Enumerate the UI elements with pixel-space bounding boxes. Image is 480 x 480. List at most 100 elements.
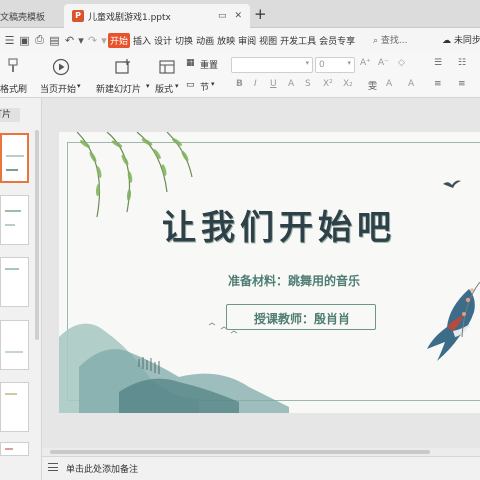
file-menu-icon[interactable]: ☰ xyxy=(2,33,17,48)
format-painter-button[interactable]: 格式刷 xyxy=(0,56,27,95)
brush-icon xyxy=(8,58,18,72)
thumbnail-graphic xyxy=(5,448,13,450)
slide-title[interactable]: 让我们开始吧 xyxy=(162,200,462,249)
numbering-icon[interactable]: ☷ xyxy=(458,58,466,68)
close-icon[interactable]: ✕ xyxy=(234,11,242,21)
redo-icon[interactable]: ↷ xyxy=(85,33,100,48)
menu-slideshow[interactable]: 放映 xyxy=(217,34,235,47)
branch-illustration xyxy=(461,282,480,338)
font-color-icon[interactable]: A xyxy=(408,79,414,89)
section-icon: ▭ xyxy=(186,80,195,90)
start-from-current-label: 当页开始 xyxy=(40,85,77,95)
chevron-down-icon: ▾ xyxy=(175,82,179,90)
menu-home[interactable]: 开始 xyxy=(108,32,131,48)
monitor-icon[interactable]: ▭ xyxy=(218,11,227,21)
new-slide-label: 新建幻灯片 xyxy=(96,85,142,95)
reset-label: 重置 xyxy=(200,61,219,71)
search-input[interactable]: 查找... xyxy=(381,36,408,46)
chevron-down-icon: ▾ xyxy=(146,82,150,90)
menu-member[interactable]: 会员专享 xyxy=(319,34,355,47)
strikethrough-icon[interactable]: A xyxy=(288,79,294,89)
superscript-icon[interactable]: X² xyxy=(323,79,333,89)
menu-animation[interactable]: 动画 xyxy=(196,34,214,47)
sync-label: 未同步 xyxy=(453,36,480,46)
notes-icon xyxy=(48,463,58,471)
thumbnail-graphic xyxy=(5,351,23,353)
tab-bar: 文稿壳模板 P 儿童戏剧游戏1.pptx ▭ ✕ + xyxy=(0,0,480,28)
start-from-current-button[interactable]: 当页开始 ▾ xyxy=(40,56,84,95)
layout-button[interactable]: 版式 ▾ xyxy=(155,56,183,95)
search-icon: ⌕ xyxy=(373,36,379,46)
new-slide-icon xyxy=(115,59,130,74)
new-slide-button[interactable]: 新建幻灯片 ▾ xyxy=(96,56,152,95)
shadow-icon[interactable]: S xyxy=(305,79,311,89)
mountain-illustration xyxy=(59,322,289,413)
redo-dropdown-icon[interactable]: ▾ xyxy=(100,33,108,48)
menu-design[interactable]: 设计 xyxy=(154,34,172,47)
subscript-icon[interactable]: X₂ xyxy=(343,79,353,89)
thumbnail-graphic xyxy=(5,268,19,270)
section-button[interactable]: ▭ 节 ▾ xyxy=(186,80,226,94)
slide-thumbnail-3[interactable] xyxy=(0,257,29,307)
menu-insert[interactable]: 插入 xyxy=(133,34,151,47)
undo-icon[interactable]: ↶ xyxy=(62,33,77,48)
tab-document[interactable]: P 儿童戏剧游戏1.pptx ▭ ✕ xyxy=(64,4,250,28)
slide-canvas[interactable]: 让我们开始吧 准备材料：跳舞用的音乐 授课教师：殷肖肖 xyxy=(59,132,480,413)
panel-header[interactable]: 幻灯片 xyxy=(0,108,20,122)
tab-template[interactable]: 文稿壳模板 xyxy=(0,4,62,28)
increase-font-icon[interactable]: A⁺ xyxy=(360,58,371,68)
bird-icon xyxy=(443,180,461,188)
chevron-down-icon: ▾ xyxy=(211,80,215,88)
menu-review[interactable]: 审阅 xyxy=(238,34,256,47)
search-box[interactable]: ⌕ 查找... xyxy=(373,33,408,46)
layout-icon xyxy=(159,60,175,74)
sync-status[interactable]: ☁ 未同步 xyxy=(442,33,480,46)
cloud-icon: ☁ xyxy=(442,36,451,46)
ribbon: 格式刷 当页开始 ▾ 新建幻灯片 ▾ 版式 ▾ ▦ 重置 ▭ 节 ▾ ▾ 0 ▾… xyxy=(0,52,480,98)
slide-thumbnail-2[interactable] xyxy=(0,195,29,245)
preview-icon[interactable]: ▤ xyxy=(47,33,62,48)
thumbnail-graphic xyxy=(5,210,21,212)
panel-header-label: 幻灯片 xyxy=(0,110,12,120)
phonetic-icon[interactable]: 雯 xyxy=(368,79,377,92)
notes-placeholder[interactable]: 单击此处添加备注 xyxy=(66,462,138,475)
align-center-icon[interactable]: ≡ xyxy=(458,79,466,89)
menu-transition[interactable]: 切换 xyxy=(175,34,193,47)
reset-icon: ▦ xyxy=(186,58,195,68)
font-name-select[interactable]: ▾ xyxy=(231,57,313,73)
tab-document-label: 儿童戏剧游戏1.pptx xyxy=(88,12,171,23)
tab-template-label: 文稿壳模板 xyxy=(0,12,46,23)
save-icon[interactable]: ▣ xyxy=(17,33,32,48)
menu-developer[interactable]: 开发工具 xyxy=(280,34,316,47)
font-size-select[interactable]: 0 ▾ xyxy=(315,57,355,73)
slide-thumbnail-5[interactable] xyxy=(0,382,29,432)
section-label: 节 xyxy=(200,83,210,93)
font-size-value: 0 xyxy=(319,60,325,70)
thumbnail-graphic xyxy=(6,169,18,171)
pptx-file-icon: P xyxy=(72,10,84,22)
align-left-icon[interactable]: ≡ xyxy=(434,79,442,89)
play-icon xyxy=(52,58,70,76)
menu-view[interactable]: 视图 xyxy=(259,34,277,47)
decrease-font-icon[interactable]: A⁻ xyxy=(378,58,389,68)
chevron-down-icon: ▾ xyxy=(347,59,351,67)
new-tab-button[interactable]: + xyxy=(254,5,267,23)
panel-scrollbar[interactable] xyxy=(35,130,39,340)
slide-thumbnail-6[interactable] xyxy=(0,442,29,456)
print-icon[interactable]: ⎙ xyxy=(32,33,47,48)
undo-dropdown-icon[interactable]: ▾ xyxy=(77,33,85,48)
slide-thumbnail-4[interactable] xyxy=(0,320,29,370)
bullets-icon[interactable]: ☰ xyxy=(434,58,442,68)
highlight-icon[interactable]: A xyxy=(386,79,392,89)
chevron-down-icon: ▾ xyxy=(305,59,309,67)
thumbnail-graphic xyxy=(5,393,17,395)
slide-thumbnail-1[interactable] xyxy=(0,133,29,183)
slide-subtitle[interactable]: 准备材料：跳舞用的音乐 xyxy=(228,272,360,289)
menu-bar: ☰ ▣ ⎙ ▤ ↶ ▾ ↷ ▾ 开始 插入 设计 切换 动画 放映 审阅 视图 … xyxy=(0,28,480,52)
italic-icon[interactable]: I xyxy=(254,79,257,89)
bold-icon[interactable]: B xyxy=(236,79,243,89)
clear-format-icon[interactable]: ◇ xyxy=(398,58,405,68)
reset-button[interactable]: ▦ 重置 xyxy=(186,58,226,72)
horizontal-scrollbar-thumb[interactable] xyxy=(50,450,430,454)
underline-icon[interactable]: U xyxy=(270,79,277,89)
